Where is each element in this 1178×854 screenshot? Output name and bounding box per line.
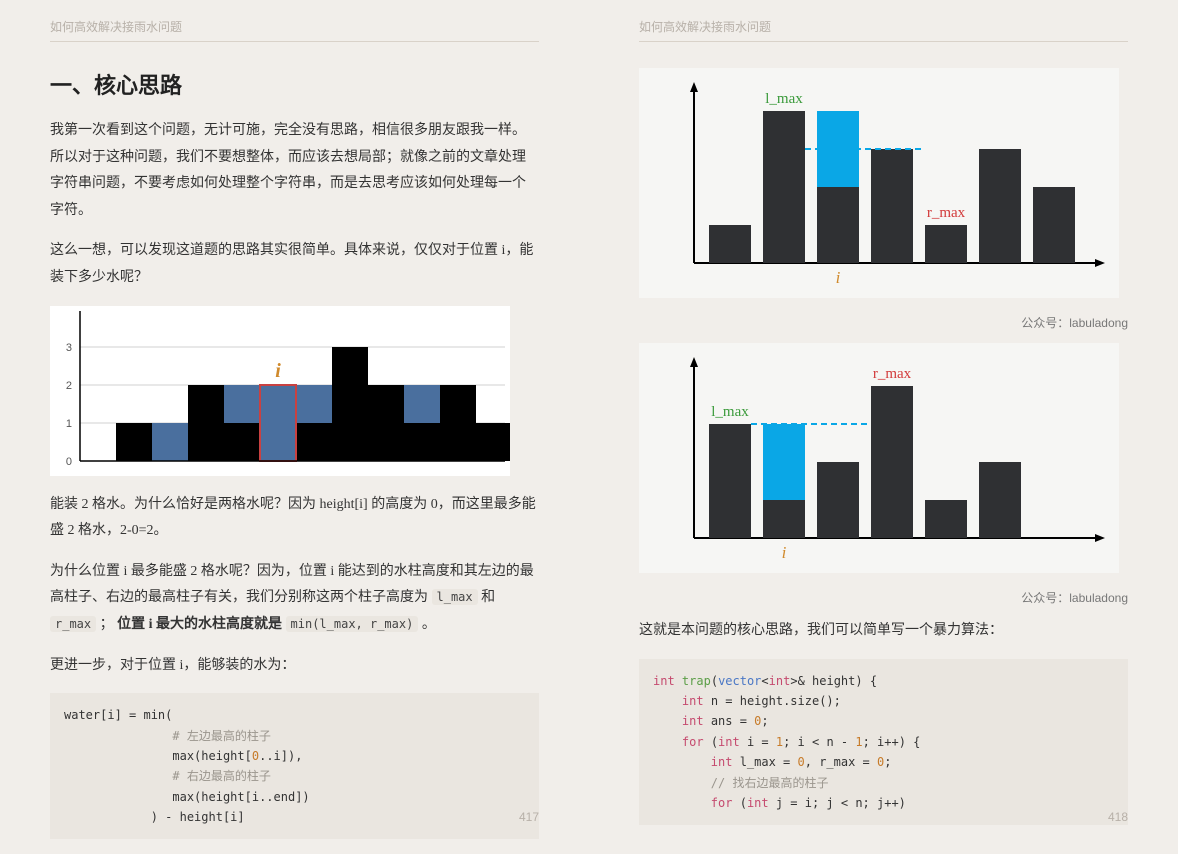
svg-text:l_max: l_max — [765, 91, 803, 107]
code-block-1: water[i] = min( # 左边最高的柱子 max(height[0..… — [50, 693, 539, 839]
paragraph-1: 我第一次看到这个问题，无计可施，完全没有思路，相信很多朋友跟我一样。所以对于这种… — [50, 118, 539, 224]
paragraph-6: 这就是本问题的核心思路，我们可以简单写一个暴力算法： — [639, 618, 1128, 645]
paragraph-4: 为什么位置 i 最多能盛 2 格水呢？因为，位置 i 能达到的水柱高度和其左边的… — [50, 559, 539, 639]
page-left: 如何高效解决接雨水问题 一、核心思路 我第一次看到这个问题，无计可施，完全没有思… — [0, 0, 589, 854]
page-number-left: 417 — [519, 810, 539, 824]
page-number-right: 418 — [1108, 810, 1128, 824]
svg-text:3: 3 — [66, 342, 72, 354]
p4-bold: 位置 i 最大的水柱高度就是 — [117, 617, 285, 632]
svg-text:r_max: r_max — [927, 205, 966, 221]
svg-text:1: 1 — [66, 418, 72, 430]
p4-d: 。 — [422, 617, 436, 632]
inline-code-lmax: l_max — [432, 589, 478, 605]
right-header: 如何高效解决接雨水问题 — [639, 18, 1128, 42]
p4-c: ； — [100, 617, 114, 632]
left-header: 如何高效解决接雨水问题 — [50, 18, 539, 42]
paragraph-3: 能装 2 格水。为什么恰好是两格水呢？因为 height[i] 的高度为 0，而… — [50, 492, 539, 545]
section-h1: 一、核心思路 — [50, 68, 539, 100]
chart-left-wrap: 0 1 2 3 i — [50, 306, 539, 476]
paragraph-5: 更进一步，对于位置 i，能够装的水为： — [50, 653, 539, 680]
inline-code-rmax: r_max — [50, 616, 96, 632]
code-block-2: int trap(vector<int>& height) { int n = … — [639, 659, 1128, 826]
chart-bottom-right-wrap: l_max r_maxi — [639, 343, 1128, 573]
svg-text:0: 0 — [66, 456, 72, 468]
p4-b: 和 — [481, 590, 495, 605]
svg-text:i: i — [836, 268, 841, 287]
chart-top-right-wrap: l_max r_maxi — [639, 68, 1128, 298]
paragraph-2: 这么一想，可以发现这道题的思路其实很简单。具体来说，仅仅对于位置 i，能装下多少… — [50, 238, 539, 291]
chart-bottom-right: l_max r_maxi — [639, 343, 1119, 573]
credit-1: 公众号：labuladong — [639, 314, 1128, 331]
credit-2: 公众号：labuladong — [639, 589, 1128, 606]
chart-top-right: l_max r_maxi — [639, 68, 1119, 298]
svg-text:i: i — [275, 360, 281, 382]
chart-left: 0 1 2 3 i — [50, 306, 510, 476]
svg-text:l_max: l_max — [711, 404, 749, 420]
svg-text:i: i — [782, 543, 787, 562]
inline-code-min: min(l_max, r_max) — [286, 616, 419, 632]
page-right: 如何高效解决接雨水问题 l_maxr_maxi 公众号：labuladong l… — [589, 0, 1178, 854]
svg-text:2: 2 — [66, 380, 72, 392]
svg-text:r_max: r_max — [873, 366, 912, 382]
